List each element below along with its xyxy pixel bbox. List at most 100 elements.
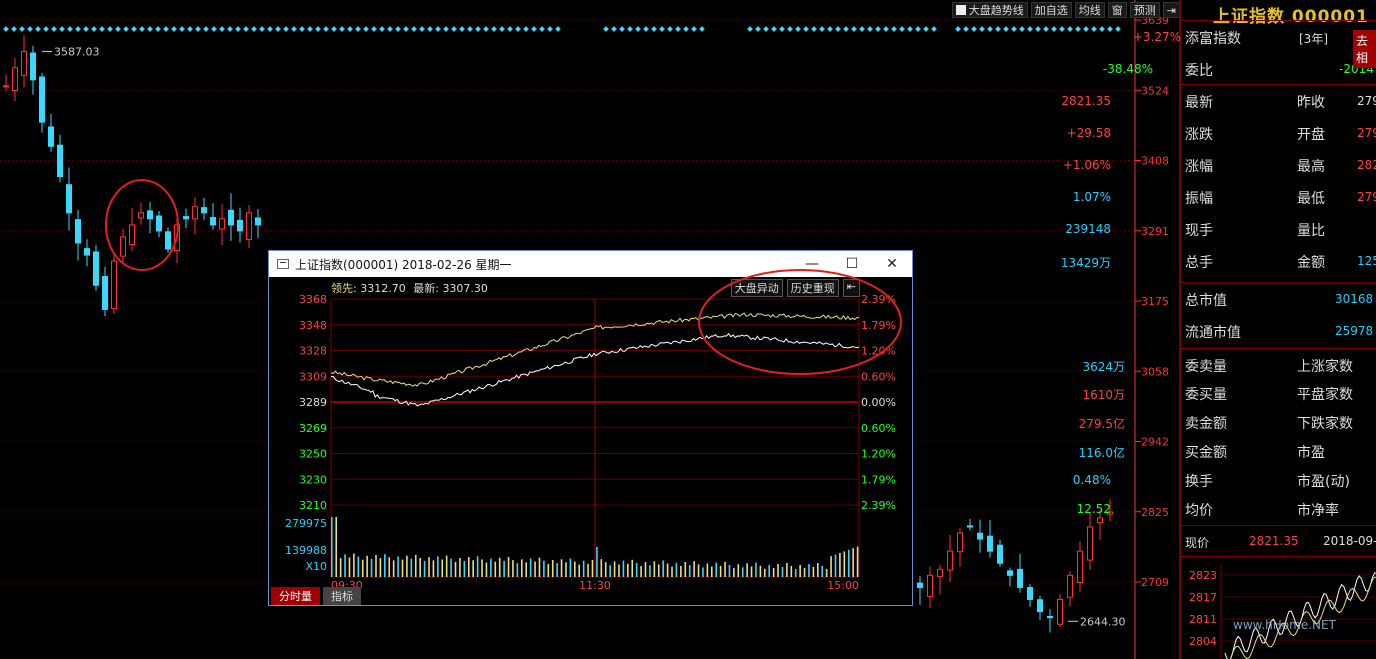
signal-marker — [827, 26, 833, 32]
volume-bar — [764, 568, 766, 577]
signal-marker — [227, 26, 233, 32]
signal-marker — [363, 26, 369, 32]
signal-marker — [1083, 26, 1089, 32]
quote-label-2: 昨收 — [1297, 95, 1325, 111]
quote-value: 1610万 — [1082, 388, 1125, 402]
mini-price-line — [1224, 572, 1376, 659]
candle-body — [183, 216, 189, 220]
pct-tick-label: 2.39% — [861, 499, 896, 512]
signal-marker — [891, 26, 897, 32]
signal-marker — [387, 26, 393, 32]
quote-row: 流通市值 25978 — [1185, 322, 1373, 344]
candle-body — [192, 206, 198, 220]
price-tick-label: 3289 — [299, 396, 327, 409]
window-button[interactable]: 窗 — [1107, 2, 1127, 18]
quote-label: 流通市值 — [1185, 325, 1241, 341]
signal-marker — [675, 26, 681, 32]
quote-row: 添富指数 +3.27% [3年] — [1133, 28, 1328, 50]
volume-bar — [821, 566, 824, 577]
mini-intraday-chart[interactable]: 2823 2817 2811 2804 www.hHome.NET — [1181, 565, 1376, 659]
signal-marker — [771, 26, 777, 32]
signal-marker — [555, 26, 561, 32]
quote-label-2: 市净率 — [1297, 503, 1339, 519]
quote-row: 卖金额 279.5亿 下跌家数 — [1079, 413, 1353, 435]
volume-bar — [401, 559, 404, 577]
quote-row: 涨幅 +1.06% 最高 282 — [1063, 156, 1376, 178]
minimize-icon[interactable]: — — [792, 251, 832, 277]
tab-intraday-volume[interactable]: 分时量 — [271, 587, 320, 605]
candle-body — [1097, 517, 1103, 524]
quote-row: 委卖量 3624万 上涨家数 — [1082, 356, 1353, 378]
candle-body — [147, 210, 153, 220]
volume-bar — [834, 554, 837, 577]
quote-value: 12.52 — [1076, 502, 1111, 516]
trend-line-toggle[interactable]: 大盘趋势线 — [951, 2, 1028, 18]
signal-marker — [459, 26, 465, 32]
quote-label-2: 平盘家数 — [1297, 387, 1353, 403]
signal-marker — [451, 26, 457, 32]
signal-marker — [75, 26, 81, 32]
price-tick-label: 3250 — [299, 448, 327, 461]
candle-body — [102, 275, 108, 310]
quote-value: 13429万 — [1060, 256, 1111, 270]
checkbox-icon[interactable] — [955, 5, 966, 15]
price-tick-label: 3309 — [299, 370, 327, 383]
add-favorite-button[interactable]: 加自选 — [1030, 2, 1072, 18]
signal-marker — [907, 26, 913, 32]
volume-bar — [675, 562, 678, 577]
signal-marker — [851, 26, 857, 32]
volume-bar — [830, 556, 832, 577]
quote-value-3: 25978 — [1335, 324, 1374, 338]
y-tick-label: 2709 — [1141, 576, 1169, 589]
maximize-icon[interactable]: ☐ — [832, 251, 872, 277]
quote-value: +29.58 — [1066, 126, 1111, 140]
price-tick-label: 3269 — [299, 422, 327, 435]
signal-marker — [1059, 26, 1065, 32]
volume-bar — [375, 555, 377, 577]
dialog-titlebar[interactable]: 上证指数(000001) 2018-02-26 星期一 — ☐ ✕ — [269, 251, 912, 277]
signal-marker — [963, 26, 969, 32]
candle-body — [917, 582, 923, 588]
time-tick-label: 15:00 — [827, 579, 859, 592]
signal-marker — [115, 26, 121, 32]
volume-bar — [331, 517, 333, 577]
tab-indicator[interactable]: 指标 — [323, 587, 361, 605]
signal-marker — [123, 26, 129, 32]
badge[interactable]: 去相 — [1353, 30, 1376, 68]
candle-body — [66, 184, 72, 214]
intraday-chart[interactable]: 3368 2.39% 3348 1.79% 3328 1.20% 3309 0.60% 3289… — [269, 295, 912, 595]
volume-bar — [653, 561, 656, 577]
divider — [1181, 20, 1376, 21]
quote-label: 总手 — [1185, 255, 1213, 271]
quote-row: 现手 239148 量比 — [1065, 220, 1325, 242]
close-icon[interactable]: ✕ — [872, 251, 912, 277]
volume-bar — [750, 566, 753, 577]
signal-marker — [291, 26, 297, 32]
signal-marker — [275, 26, 281, 32]
intraday-dialog[interactable]: 上证指数(000001) 2018-02-26 星期一 — ☐ ✕ 领先: 33… — [268, 250, 913, 606]
signal-marker — [163, 26, 169, 32]
quote-row: 总手 13429万 金额 125 — [1061, 252, 1376, 274]
signal-marker — [331, 26, 337, 32]
signal-marker — [747, 26, 753, 32]
signal-marker — [219, 26, 225, 32]
stock-title: 上证指数 000001 — [1213, 7, 1369, 27]
volume-bar — [551, 560, 554, 577]
exit-icon[interactable]: ⇥ — [1162, 2, 1180, 18]
signal-marker — [467, 26, 473, 32]
volume-bar — [388, 557, 391, 577]
forecast-button[interactable]: 预测 — [1129, 2, 1160, 18]
ma-line-button[interactable]: 均线 — [1074, 2, 1105, 18]
candle-body — [75, 219, 81, 244]
signal-marker — [379, 26, 385, 32]
mini-tick-label: 2823 — [1189, 569, 1217, 582]
pct-tick-label: 1.79% — [861, 319, 896, 332]
signal-marker — [267, 26, 273, 32]
signal-marker — [795, 26, 801, 32]
quote-value: 116.0亿 — [1078, 446, 1125, 460]
candle-body — [255, 217, 261, 226]
candle-body — [30, 52, 36, 81]
signal-marker — [667, 26, 673, 32]
signal-marker — [763, 26, 769, 32]
quote-value: 2821.35 — [1061, 94, 1111, 108]
